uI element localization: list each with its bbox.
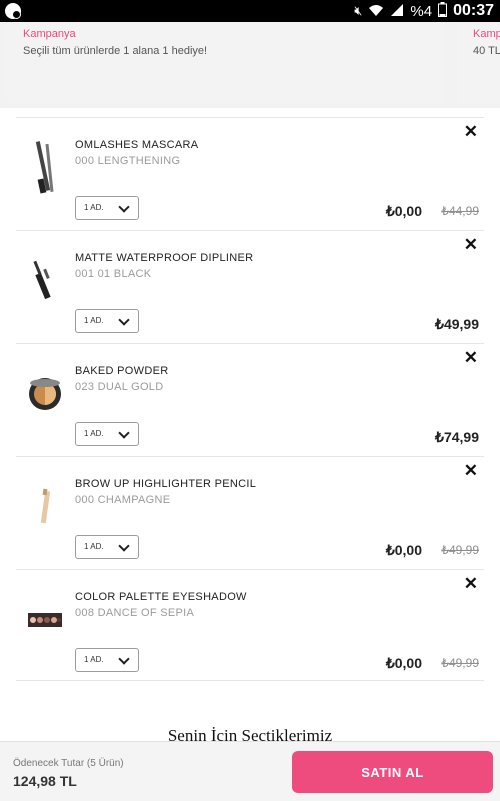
close-icon[interactable]: ✕ — [464, 236, 478, 253]
quantity-value: 1 AD. — [84, 316, 104, 325]
product-name: BROW UP HIGHLIGHTER PENCIL — [75, 478, 257, 490]
chevron-down-icon — [118, 540, 130, 552]
product-name: BAKED POWDER — [75, 365, 169, 377]
product-old-price: ₺44,99 — [441, 204, 479, 218]
product-shade: 001 01 BLACK — [75, 268, 152, 280]
total-value: 124,98 TL — [13, 773, 77, 789]
close-icon[interactable]: ✕ — [464, 575, 478, 592]
battery-icon — [438, 2, 448, 20]
cart-list: OMLASHES MASCARA 000 LENGTHENING 1 AD. ✕… — [0, 108, 500, 753]
powder-compact-image — [22, 364, 68, 424]
product-price: ₺0,00 — [385, 542, 422, 558]
quantity-dropdown[interactable]: 1 AD. — [75, 196, 139, 220]
campaign-title: Kampanya — [473, 28, 500, 40]
checkout-bar: Ödenecek Tutar (5 Ürün) 124,98 TL SATIN … — [0, 741, 500, 801]
signal-icon — [390, 3, 404, 20]
eyeshadow-palette-image — [22, 590, 68, 650]
product-price: ₺0,00 — [385, 655, 422, 671]
product-name: OMLASHES MASCARA — [75, 139, 199, 151]
quantity-dropdown[interactable]: 1 AD. — [75, 535, 139, 559]
buy-button[interactable]: SATIN AL — [292, 751, 493, 793]
chevron-down-icon — [118, 314, 130, 326]
mute-icon: 🔇︎ — [354, 3, 363, 18]
product-name: COLOR PALETTE EYESHADOW — [75, 591, 247, 603]
status-icons: 🔇︎ %4 00:37 — [354, 0, 494, 22]
chevron-down-icon — [118, 427, 130, 439]
quantity-dropdown[interactable]: 1 AD. — [75, 309, 139, 333]
status-bar: 🔇︎ %4 00:37 — [0, 0, 500, 22]
battery-percent: %4 — [410, 2, 433, 20]
product-shade: 008 DANCE OF SEPIA — [75, 607, 195, 619]
app-notification-icon — [5, 3, 21, 19]
cart-item: BROW UP HIGHLIGHTER PENCIL 000 CHAMPAGNE… — [16, 456, 484, 569]
product-old-price: ₺49,99 — [441, 543, 479, 557]
total-label: Ödenecek Tutar (5 Ürün) — [13, 758, 124, 769]
close-icon[interactable]: ✕ — [464, 123, 478, 140]
campaign-card[interactable]: Kampanya 40 TL — [457, 22, 500, 104]
quantity-value: 1 AD. — [84, 542, 104, 551]
campaign-carousel[interactable]: Kampanya Seçili tüm ürünlerde 1 alana 1 … — [0, 22, 500, 108]
chevron-down-icon — [118, 201, 130, 213]
close-icon[interactable]: ✕ — [464, 349, 478, 366]
wifi-icon — [368, 3, 384, 20]
product-shade: 000 CHAMPAGNE — [75, 494, 171, 506]
mascara-image — [22, 138, 68, 198]
quantity-value: 1 AD. — [84, 655, 104, 664]
cart-item: OMLASHES MASCARA 000 LENGTHENING 1 AD. ✕… — [16, 117, 484, 230]
product-shade: 023 DUAL GOLD — [75, 381, 164, 393]
cart-item: BAKED POWDER 023 DUAL GOLD 1 AD. ✕ ₺74,9… — [16, 343, 484, 456]
product-price: ₺49,99 — [435, 316, 479, 332]
quantity-value: 1 AD. — [84, 203, 104, 212]
product-shade: 000 LENGTHENING — [75, 155, 181, 167]
campaign-card[interactable]: Kampanya Seçili tüm ürünlerde 1 alana 1 … — [7, 22, 444, 104]
eyeliner-image — [22, 251, 68, 311]
clock: 00:37 — [453, 2, 494, 19]
product-old-price: ₺49,99 — [441, 656, 479, 670]
chevron-down-icon — [118, 653, 130, 665]
cart-item: COLOR PALETTE EYESHADOW 008 DANCE OF SEP… — [16, 569, 484, 682]
campaign-description: Seçili tüm ürünlerde 1 alana 1 hediye! — [23, 45, 208, 57]
product-name: MATTE WATERPROOF DIPLINER — [75, 252, 254, 264]
campaign-description: 40 TL — [473, 45, 500, 57]
close-icon[interactable]: ✕ — [464, 462, 478, 479]
product-price: ₺74,99 — [435, 429, 479, 445]
quantity-dropdown[interactable]: 1 AD. — [75, 422, 139, 446]
pencil-image — [22, 477, 68, 537]
quantity-value: 1 AD. — [84, 429, 104, 438]
quantity-dropdown[interactable]: 1 AD. — [75, 648, 139, 672]
campaign-title: Kampanya — [23, 28, 76, 40]
divider — [16, 680, 484, 681]
cart-item: MATTE WATERPROOF DIPLINER 001 01 BLACK 1… — [16, 230, 484, 343]
product-price: ₺0,00 — [385, 203, 422, 219]
